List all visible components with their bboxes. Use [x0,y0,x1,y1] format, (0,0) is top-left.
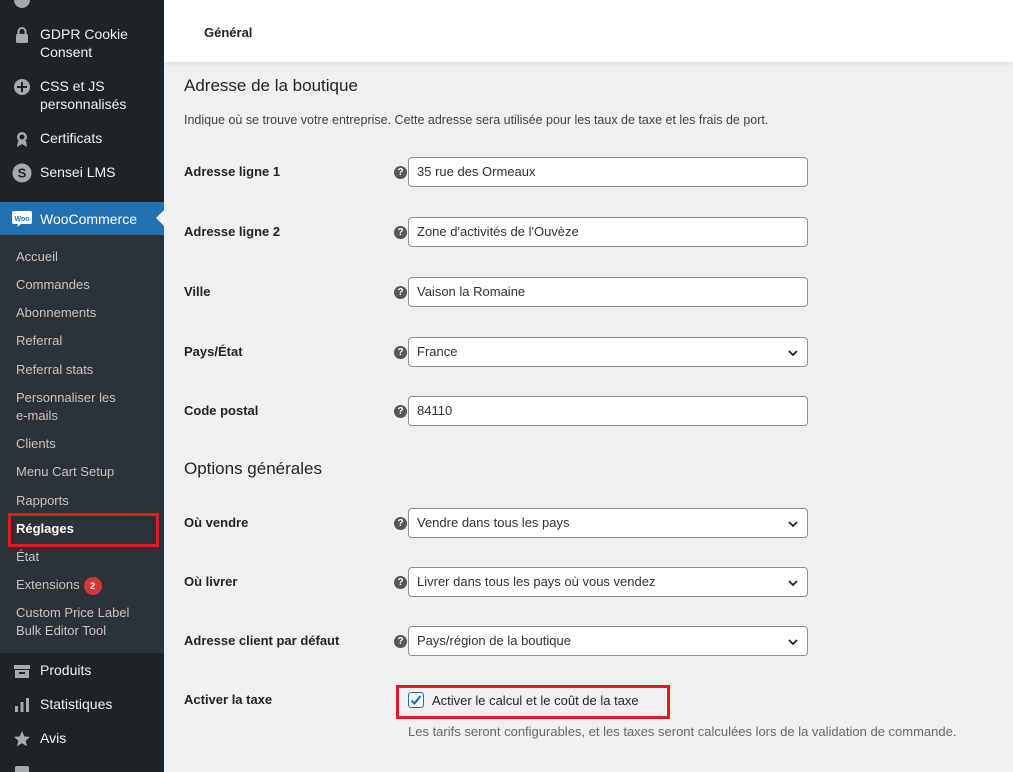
help-icon[interactable]: ? [394,517,407,530]
default-customer-address-select[interactable]: Pays/région de la boutique [408,626,808,656]
help-icon[interactable]: ? [394,286,407,299]
postcode-label: Code postal [184,403,259,418]
settings-header: Général [164,0,1013,62]
sell-locations-select[interactable]: Vendre dans tous les pays [408,508,808,538]
submenu-item-referral[interactable]: Referral [16,332,156,350]
bar-chart-icon [12,695,32,715]
highlight-box-reglages [8,513,159,547]
submenu-item-label: Extensions [16,577,80,592]
sidebar-item-label: GDPR Cookie Consent [40,26,128,60]
circle-icon [12,0,32,10]
submenu-item-abonnements[interactable]: Abonnements [16,304,156,322]
sidebar-item-partial[interactable] [0,0,164,10]
city-input[interactable]: Vaison la Romaine [408,277,808,307]
tab-general[interactable]: Général [204,25,252,40]
form-icon [12,763,32,772]
archive-icon [12,661,32,681]
help-icon[interactable]: ? [394,635,407,648]
sidebar-item-label: Sensei LMS [40,164,116,180]
address-line-2-label: Adresse ligne 2 [184,224,281,239]
section-title-store-address: Adresse de la boutique [184,76,358,95]
plus-circle-icon [12,77,32,97]
submenu-item-commandes[interactable]: Commandes [16,276,156,294]
address-line-2-input[interactable]: Zone d'activités de l'Ouvèze [408,217,808,247]
sidebar-item-label: CSS et JS personnalisés [40,78,127,112]
sell-locations-label: Où vendre [184,515,249,530]
update-count-badge: 2 [83,576,102,595]
chevron-down-icon [788,521,798,528]
svg-text:S: S [18,166,27,181]
sidebar-item-avis[interactable]: Avis [0,729,164,749]
submenu-item-custom-price-label[interactable]: Custom Price Label Bulk Editor Tool [16,604,136,640]
country-select[interactable]: France [408,337,808,367]
sidebar-item-css-js[interactable]: CSS et JS personnalisés [0,77,164,113]
sidebar-item-label: Produits [40,662,92,678]
country-label: Pays/État [184,344,243,359]
sidebar-item-statistiques[interactable]: Statistiques [0,695,164,715]
enable-tax-label: Activer la taxe [184,692,273,707]
submenu-item-extensions[interactable]: Extensions 2 [16,576,156,595]
help-icon[interactable]: ? [394,576,407,589]
help-icon[interactable]: ? [394,405,407,418]
sidebar-item-certificats[interactable]: Certificats [0,129,164,149]
section-title-general-options: Options générales [184,459,322,478]
star-icon [12,729,32,749]
submenu-item-menu-cart-setup[interactable]: Menu Cart Setup [16,463,156,481]
help-icon[interactable]: ? [394,346,407,359]
help-icon[interactable]: ? [394,226,407,239]
sidebar-item-label: Avis [40,730,67,746]
woocommerce-icon: Woo [12,209,32,229]
submenu-item-rapports[interactable]: Rapports [16,492,156,510]
admin-sidebar: GDPR Cookie Consent CSS et JS personnali… [0,0,164,772]
address-line-1-label: Adresse ligne 1 [184,164,281,179]
highlight-box-tax [396,685,670,719]
select-value: Vendre dans tous les pays [417,515,570,530]
select-value: France [417,344,458,359]
submenu-item-personnaliser-emails[interactable]: Personnaliser les e-mails [16,389,126,425]
submenu-item-referral-stats[interactable]: Referral stats [16,361,156,379]
address-line-1-input[interactable]: 35 rue des Ormeaux [408,157,808,187]
sidebar-item-label: Certificats [40,130,103,146]
section-description: Indique où se trouve votre entreprise. C… [184,113,769,127]
postcode-input[interactable]: 84110 [408,396,808,426]
default-customer-address-label: Adresse client par défaut [184,633,340,648]
submenu-item-etat[interactable]: État [16,548,156,566]
sidebar-item-partial-bottom[interactable] [0,763,164,772]
select-value: Pays/région de la boutique [417,633,571,648]
chevron-down-icon [788,580,798,587]
sidebar-item-gdpr[interactable]: GDPR Cookie Consent [0,25,164,61]
select-value: Livrer dans tous les pays où vous vendez [417,574,656,589]
sidebar-item-produits[interactable]: Produits [0,661,164,681]
svg-text:Woo: Woo [14,216,29,223]
current-menu-arrow [156,210,164,226]
ship-locations-select[interactable]: Livrer dans tous les pays où vous vendez [408,567,808,597]
submenu-item-accueil[interactable]: Accueil [16,248,156,266]
sidebar-item-woocommerce[interactable]: Woo WooCommerce [0,202,164,235]
submenu-item-clients[interactable]: Clients [16,435,156,453]
ship-locations-label: Où livrer [184,574,238,589]
help-icon[interactable]: ? [394,166,407,179]
sidebar-item-label: WooCommerce [40,210,137,227]
lock-icon [12,25,32,45]
city-label: Ville [184,284,211,299]
chevron-down-icon [788,350,798,357]
enable-tax-description: Les tarifs seront configurables, et les … [408,724,957,739]
award-icon [12,129,32,149]
woocommerce-submenu: Accueil Commandes Abonnements Referral R… [0,235,164,653]
sidebar-item-label: Statistiques [40,696,113,712]
sensei-icon: S [12,163,32,183]
sidebar-item-sensei[interactable]: S Sensei LMS [0,163,164,183]
chevron-down-icon [788,639,798,646]
